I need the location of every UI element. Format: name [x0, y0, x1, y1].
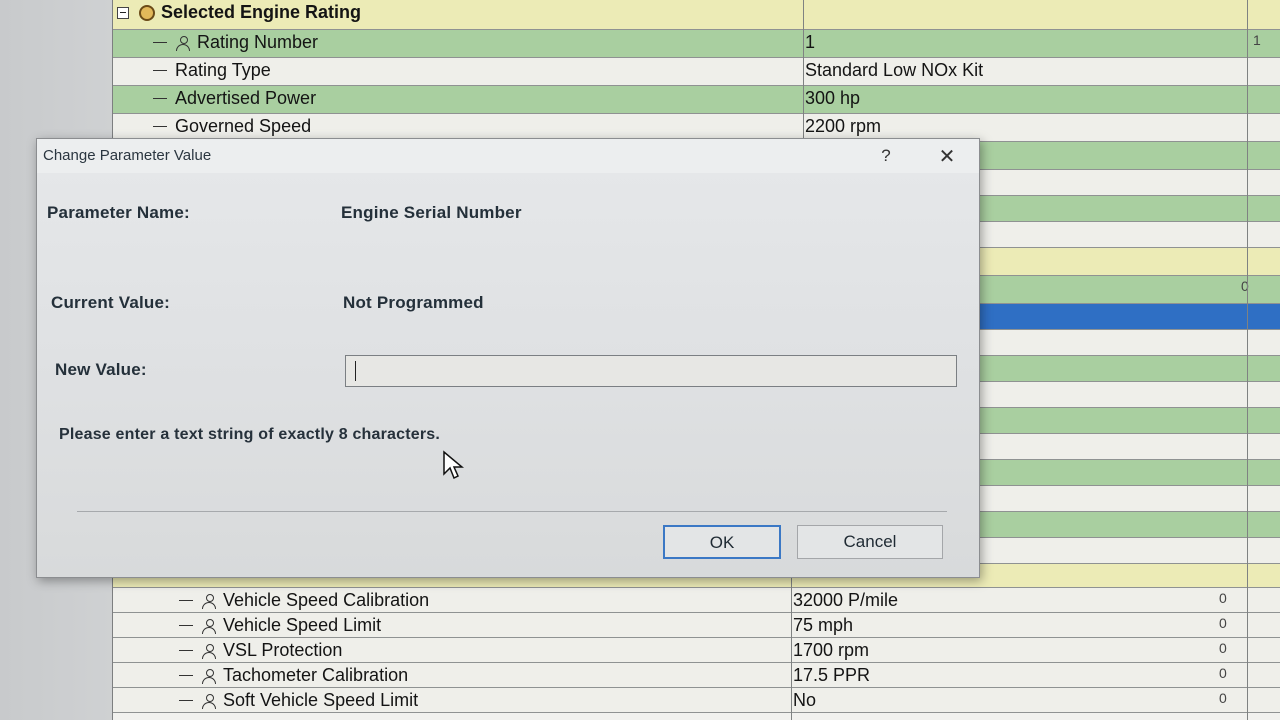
tree-connector [179, 625, 193, 626]
cancel-button[interactable]: Cancel [797, 525, 943, 559]
grid-row-extra: 1 [1253, 32, 1261, 48]
tree-connector [179, 675, 193, 676]
column-divider [1247, 0, 1248, 720]
person-icon [201, 693, 217, 709]
grid-row-tachometer-calibration[interactable]: Tachometer Calibration 17.5 PPR 0 [113, 663, 1280, 688]
current-value: Not Programmed [343, 293, 484, 312]
grid-row-name: VSL Protection [179, 640, 342, 661]
help-button[interactable]: ? [875, 145, 897, 167]
rating-badge-icon [139, 4, 155, 21]
grid-row-value: 75 mph [793, 615, 854, 635]
grid-row-vehicle-speed-calibration[interactable]: Vehicle Speed Calibration 32000 P/mile 0 [113, 588, 1280, 613]
tree-connector [153, 126, 167, 127]
ok-button[interactable]: OK [663, 525, 781, 559]
tree-connector [153, 70, 167, 71]
person-icon [175, 35, 191, 51]
grid-row-name: Vehicle Speed Calibration [179, 590, 429, 611]
grid-row-value: 17.5 PPR [793, 665, 871, 685]
new-value-label: New Value: [55, 360, 147, 379]
close-button[interactable]: ✕ [935, 145, 959, 169]
input-hint: Please enter a text string of exactly 8 … [59, 426, 441, 443]
grid-row-name: Advertised Power [153, 88, 316, 109]
parameter-name-label: Parameter Name: [47, 203, 190, 222]
parameter-name-value: Engine Serial Number [341, 203, 522, 222]
tree-connector [179, 600, 193, 601]
grid-row-soft-vehicle-speed-limit[interactable]: Soft Vehicle Speed Limit No 0 [113, 688, 1280, 713]
tree-connector [179, 700, 193, 701]
text-caret [355, 361, 356, 381]
dialog-title: Change Parameter Value [43, 147, 212, 164]
grid-row-vsl-protection[interactable]: VSL Protection 1700 rpm 0 [113, 638, 1280, 663]
grid-row-name: Rating Type [153, 60, 271, 81]
change-parameter-dialog: Change Parameter Value ? ✕ Parameter Nam… [36, 138, 980, 578]
tree-connector [153, 98, 167, 99]
grid-row-value: 2200 rpm [805, 116, 882, 136]
person-icon [201, 593, 217, 609]
grid-row-name: Vehicle Speed Limit [179, 615, 381, 636]
grid-row-extra: 0 [1219, 615, 1227, 631]
grid-row-vehicle-speed-limit[interactable]: Vehicle Speed Limit 75 mph 0 [113, 613, 1280, 638]
tree-connector [153, 42, 167, 43]
tree-connector [179, 650, 193, 651]
grid-row-value: 32000 P/mile [793, 590, 899, 610]
grid-row-value: 1700 rpm [793, 640, 870, 660]
mouse-pointer-icon [443, 450, 464, 480]
grid-row-value: No [793, 690, 817, 710]
person-icon [201, 643, 217, 659]
grid-row-value: 1 [805, 32, 816, 52]
grid-row-value: 300 hp [805, 88, 861, 108]
grid-row-extra: 0 [1219, 590, 1227, 606]
grid-row-name: Selected Engine Rating [117, 2, 361, 23]
grid-row-name: Rating Number [153, 32, 318, 53]
collapse-icon[interactable] [117, 6, 129, 19]
grid-row-selected-engine-rating[interactable]: Selected Engine Rating [113, 0, 1280, 30]
grid-row-value: Standard Low NOx Kit [805, 60, 984, 80]
current-value-label: Current Value: [51, 293, 170, 312]
person-icon [201, 618, 217, 634]
grid-row-name: Soft Vehicle Speed Limit [179, 690, 418, 711]
grid-row-name: Tachometer Calibration [179, 665, 408, 686]
grid-row-extra: 0 [1219, 690, 1227, 706]
dialog-separator [77, 511, 947, 512]
grid-row-name: Governed Speed [153, 116, 311, 137]
dialog-titlebar[interactable]: Change Parameter Value ? ✕ [37, 139, 979, 173]
grid-row-advertised-power[interactable]: Advertised Power 300 hp [113, 86, 1280, 114]
grid-row-rating-type[interactable]: Rating Type Standard Low NOx Kit [113, 58, 1280, 86]
column-divider [803, 0, 804, 142]
grid-row-rating-number[interactable]: Rating Number 1 1 [113, 30, 1280, 58]
person-icon [201, 668, 217, 684]
new-value-input[interactable] [345, 355, 957, 387]
grid-row-extra: 0 [1219, 665, 1227, 681]
column-divider [791, 564, 792, 720]
grid-row-extra: 0 [1219, 640, 1227, 656]
